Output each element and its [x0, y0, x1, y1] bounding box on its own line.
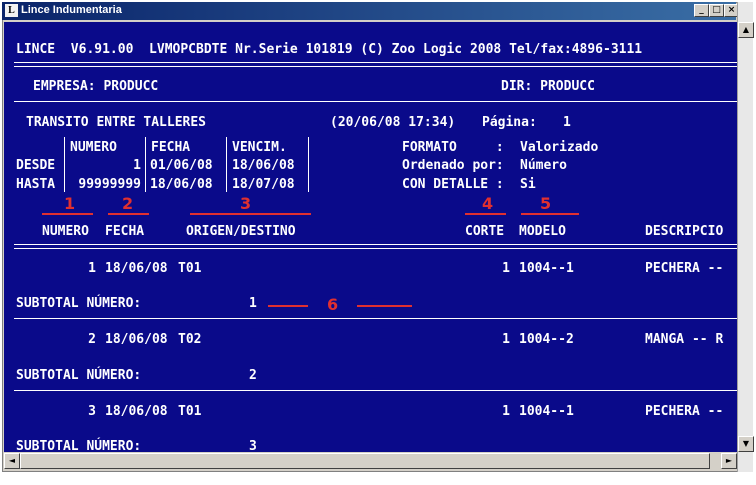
filter-header-numero: NUMERO [70, 140, 117, 155]
grid-line [308, 137, 309, 192]
row-origen: T01 [178, 404, 202, 419]
subtotal-label: SUBTOTAL NÚMERO: [16, 296, 142, 311]
horizontal-scroll-thumb[interactable] [20, 453, 710, 469]
annotation-underline [521, 213, 579, 215]
row-descripcion: PECHERA -- [645, 261, 724, 276]
row-modelo: 1004--2 [519, 332, 574, 347]
annotation-underline [268, 305, 308, 307]
vertical-scrollbar[interactable]: ▲ ▼ [737, 2, 754, 472]
row-numero: 2 [88, 332, 96, 347]
column-header-numero: NUMERO [42, 224, 89, 239]
divider [14, 101, 737, 102]
divider [14, 248, 737, 249]
option-value: Valorizado [520, 140, 599, 155]
desde-numero: 1 [133, 158, 141, 173]
scroll-left-icon[interactable]: ◄ [4, 453, 20, 469]
divider [14, 390, 737, 391]
row-fecha: 18/06/08 [105, 261, 168, 276]
row-fecha: 18/06/08 [105, 332, 168, 347]
row-corte: 1 [502, 261, 510, 276]
window-title: Lince Indumentaria [21, 4, 122, 16]
subtotal-label: SUBTOTAL NÚMERO: [16, 368, 142, 383]
subtotal-label: SUBTOTAL NÚMERO: [16, 439, 142, 452]
option-label: FORMATO : [402, 140, 504, 155]
row-descripcion: PECHERA -- [645, 404, 724, 419]
filter-header-fecha: FECHA [151, 140, 191, 155]
dir-label: DIR: PRODUCC [501, 79, 595, 94]
annotation-underline [108, 213, 149, 215]
report-datetime: (20/06/08 17:34) [330, 115, 456, 130]
row-corte: 1 [502, 332, 510, 347]
row-corte: 1 [502, 404, 510, 419]
scroll-right-icon[interactable]: ► [721, 453, 737, 469]
desde-vencim: 18/06/08 [232, 158, 295, 173]
annotation-underline [42, 213, 93, 215]
row-modelo: 1004--1 [519, 261, 574, 276]
title-bar[interactable]: L Lince Indumentaria _ □ × [2, 2, 739, 20]
divider [14, 66, 737, 67]
column-header-descripcion: DESCRIPCIO [645, 224, 724, 239]
row-numero: 3 [88, 404, 96, 419]
page-label: Página: [482, 115, 537, 130]
desde-label: DESDE [16, 158, 56, 173]
annotation-number: 1 [64, 194, 76, 213]
column-header-origen: ORIGEN/DESTINO [186, 224, 296, 239]
row-modelo: 1004--1 [519, 404, 574, 419]
row-origen: T02 [178, 332, 202, 347]
option-label: CON DETALLE : [402, 177, 504, 192]
annotation-underline [357, 305, 412, 307]
report-title: TRANSITO ENTRE TALLERES [26, 115, 207, 130]
divider [14, 318, 737, 319]
grid-line [145, 137, 146, 192]
annotation-number: 2 [122, 194, 134, 213]
minimize-button[interactable]: _ [694, 4, 709, 17]
row-numero: 1 [88, 261, 96, 276]
hasta-fecha: 18/06/08 [150, 177, 213, 192]
scroll-up-icon[interactable]: ▲ [738, 22, 754, 38]
desde-fecha: 01/06/08 [150, 158, 213, 173]
horizontal-scrollbar[interactable]: ◄ ► [4, 453, 737, 469]
annotation-underline [465, 213, 506, 215]
hasta-numero: 99999999 [78, 177, 141, 192]
hasta-label: HASTA [16, 177, 56, 192]
empresa-label: EMPRESA: PRODUCC [33, 79, 159, 94]
subtotal-value: 2 [249, 368, 257, 383]
option-value: Número [520, 158, 567, 173]
annotation-number: 5 [540, 194, 552, 213]
option-value: Si [520, 177, 536, 192]
subtotal-value: 1 [249, 296, 257, 311]
column-header-fecha: FECHA [105, 224, 145, 239]
annotation-number: 3 [240, 194, 252, 213]
hasta-vencim: 18/07/08 [232, 177, 295, 192]
banner-text: LINCE V6.91.00 LVMOPCBDTE Nr.Serie 10181… [16, 42, 643, 57]
row-origen: T01 [178, 261, 202, 276]
grid-line [64, 137, 65, 192]
grid-line [226, 137, 227, 192]
divider [14, 62, 737, 63]
annotation-number: 6 [327, 295, 339, 314]
row-fecha: 18/06/08 [105, 404, 168, 419]
terminal-screen[interactable]: LINCE V6.91.00 LVMOPCBDTE Nr.Serie 10181… [4, 22, 737, 452]
column-header-modelo: MODELO [519, 224, 566, 239]
divider [14, 244, 737, 245]
maximize-button[interactable]: □ [709, 4, 724, 17]
app-icon: L [5, 4, 18, 17]
annotation-underline [190, 213, 311, 215]
scroll-down-icon[interactable]: ▼ [738, 436, 754, 452]
subtotal-value: 3 [249, 439, 257, 452]
filter-header-vencim: VENCIM. [232, 140, 287, 155]
column-header-corte: CORTE [465, 224, 505, 239]
page-number: 1 [563, 115, 571, 130]
row-descripcion: MANGA -- R [645, 332, 724, 347]
option-label: Ordenado por: [402, 158, 504, 173]
annotation-number: 4 [482, 194, 494, 213]
